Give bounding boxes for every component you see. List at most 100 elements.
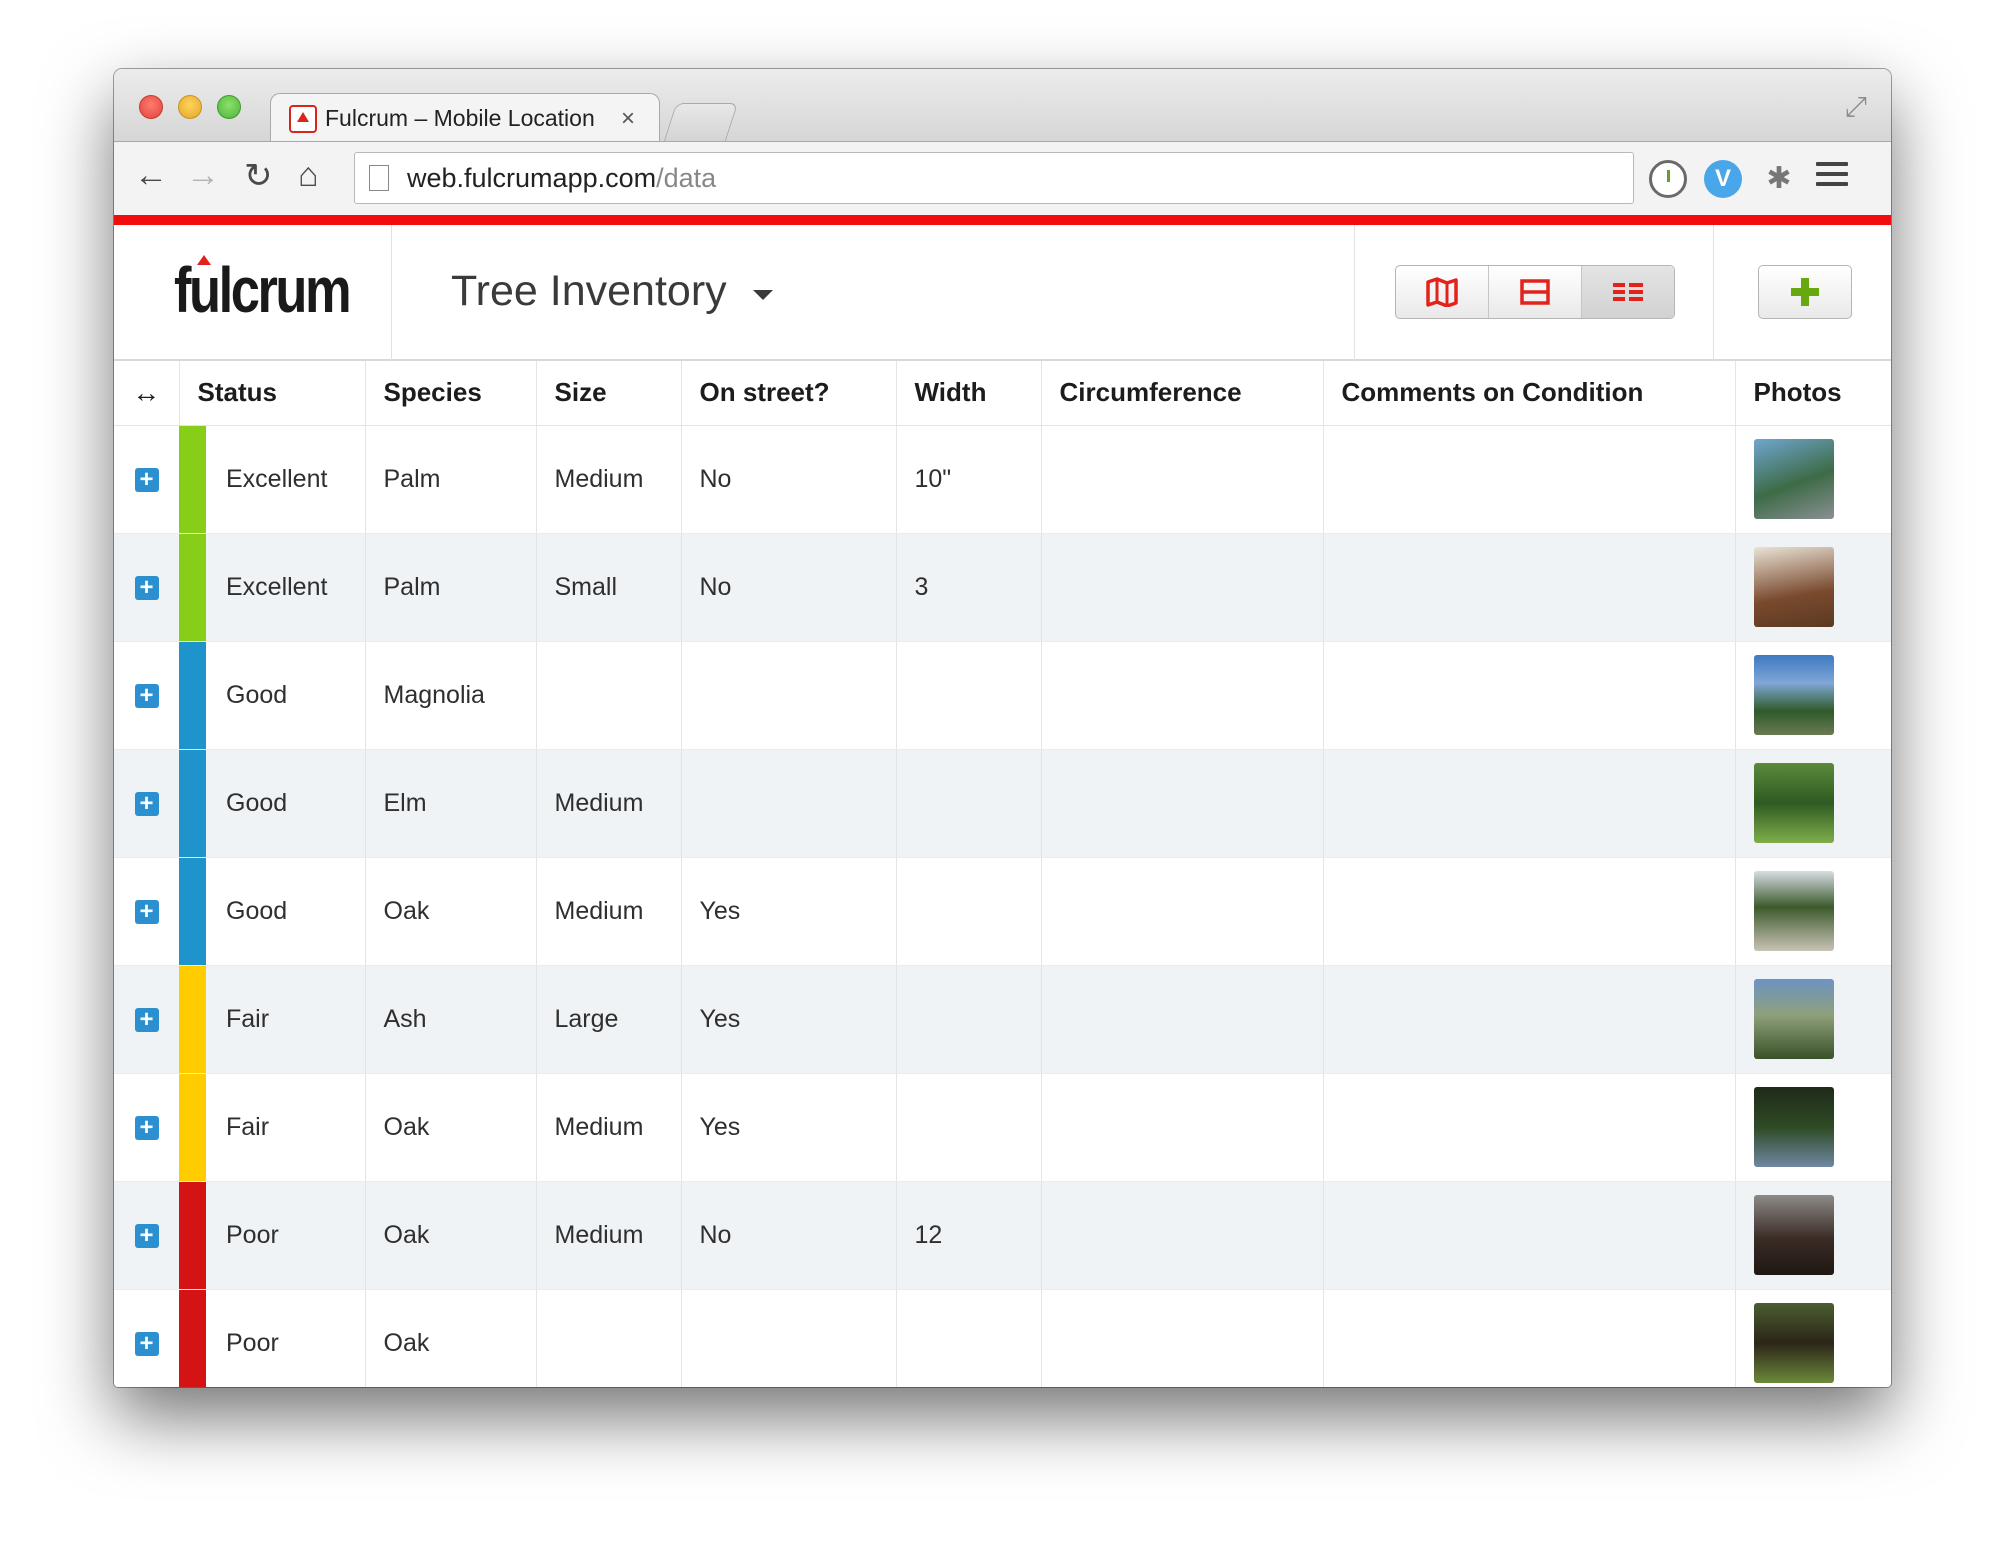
table-row[interactable]: + Poor Oak xyxy=(114,1289,1891,1387)
expand-row-plus-icon[interactable]: + xyxy=(134,575,159,600)
comments-cell xyxy=(1323,533,1736,642)
accent-bar xyxy=(114,215,1891,225)
status-color-bar xyxy=(179,749,206,857)
column-header-size[interactable]: Size xyxy=(536,361,682,426)
add-record-button[interactable] xyxy=(1758,265,1852,319)
table-header-row: ↔ Status Species Size On street? Width C… xyxy=(114,361,1891,426)
zoom-window-button[interactable] xyxy=(217,95,241,119)
tree-photo-thumbnail[interactable] xyxy=(1753,655,1834,735)
logo-roof-icon xyxy=(197,255,211,265)
expand-all-icon[interactable]: ↔ xyxy=(114,361,180,426)
table-row[interactable]: + Excellent Palm Small No 3 xyxy=(114,533,1891,642)
column-header-comments[interactable]: Comments on Condition xyxy=(1323,361,1736,426)
tab-close-icon[interactable]: × xyxy=(621,105,635,133)
column-header-status[interactable]: Status xyxy=(179,361,366,426)
tree-photo-thumbnail[interactable] xyxy=(1753,439,1834,519)
size-cell: Medium xyxy=(536,1181,682,1290)
map-view-button[interactable] xyxy=(1396,266,1489,318)
column-header-width[interactable]: Width xyxy=(896,361,1042,426)
size-cell: Small xyxy=(536,533,682,642)
column-header-species[interactable]: Species xyxy=(365,361,537,426)
status-value: Poor xyxy=(226,1220,279,1249)
circumference-cell xyxy=(1041,1073,1324,1182)
circumference-cell xyxy=(1041,533,1324,642)
circumference-cell xyxy=(1041,641,1324,750)
clock-extension-icon[interactable] xyxy=(1649,160,1687,198)
forward-arrow-icon[interactable]: → xyxy=(186,156,220,195)
table-view-button[interactable] xyxy=(1582,266,1674,318)
width-cell: 12 xyxy=(896,1181,1042,1290)
table-row[interactable]: + Excellent Palm Medium No 10" xyxy=(114,425,1891,534)
expand-row-plus-icon[interactable]: + xyxy=(134,683,159,708)
expand-row-cell: + xyxy=(114,1289,179,1387)
column-header-on-street[interactable]: On street? xyxy=(681,361,897,426)
tree-photo-thumbnail[interactable] xyxy=(1753,763,1834,843)
address-bar[interactable]: web.fulcrumapp.com/data xyxy=(354,152,1634,204)
expand-row-cell: + xyxy=(114,965,179,1074)
table-row[interactable]: + Fair Oak Medium Yes xyxy=(114,1073,1891,1182)
project-title: Tree Inventory xyxy=(451,267,727,315)
species-cell: Palm xyxy=(365,533,537,642)
on-street-cell: No xyxy=(681,1181,897,1290)
browser-window: Fulcrum – Mobile Location × ⤢ ← → ↻ ⌂ we… xyxy=(114,69,1891,1387)
expand-row-plus-icon[interactable]: + xyxy=(134,467,159,492)
home-icon[interactable]: ⌂ xyxy=(298,156,319,195)
status-color-bar xyxy=(179,857,206,965)
expand-row-plus-icon[interactable]: + xyxy=(134,791,159,816)
records-table-container[interactable]: ↔ Status Species Size On street? Width C… xyxy=(114,361,1891,1387)
tree-photo-thumbnail[interactable] xyxy=(1753,1303,1834,1383)
width-cell xyxy=(896,1073,1042,1182)
circumference-cell xyxy=(1041,425,1324,534)
title-bar: Fulcrum – Mobile Location × ⤢ xyxy=(114,69,1891,143)
split-view-icon xyxy=(1520,279,1550,305)
on-street-cell xyxy=(681,1289,897,1387)
tree-photo-thumbnail[interactable] xyxy=(1753,547,1834,627)
project-selector[interactable]: Tree Inventory xyxy=(451,267,773,316)
expand-row-cell: + xyxy=(114,533,179,642)
tree-photo-thumbnail[interactable] xyxy=(1753,1087,1834,1167)
species-cell: Magnolia xyxy=(365,641,537,750)
tree-photo-thumbnail[interactable] xyxy=(1753,979,1834,1059)
comments-cell xyxy=(1323,425,1736,534)
column-header-circumference[interactable]: Circumference xyxy=(1041,361,1324,426)
expand-row-plus-icon[interactable]: + xyxy=(134,1331,159,1356)
table-row[interactable]: + Poor Oak Medium No 12 xyxy=(114,1181,1891,1290)
tree-photo-thumbnail[interactable] xyxy=(1753,871,1834,951)
fullscreen-icon[interactable]: ⤢ xyxy=(1845,91,1867,124)
table-row[interactable]: + Good Oak Medium Yes xyxy=(114,857,1891,966)
status-color-bar xyxy=(179,1073,206,1181)
table-row[interactable]: + Good Magnolia xyxy=(114,641,1891,750)
url-path: /data xyxy=(656,162,717,193)
width-cell: 10" xyxy=(896,425,1042,534)
status-value: Excellent xyxy=(226,572,328,601)
column-header-photos[interactable]: Photos xyxy=(1735,361,1891,426)
expand-row-plus-icon[interactable]: + xyxy=(134,1007,159,1032)
view-switcher xyxy=(1395,265,1675,319)
browser-tab[interactable]: Fulcrum – Mobile Location × xyxy=(270,93,660,143)
split-view-button[interactable] xyxy=(1489,266,1582,318)
expand-row-plus-icon[interactable]: + xyxy=(134,1223,159,1248)
browser-menu-icon[interactable] xyxy=(1816,162,1848,192)
new-tab-button[interactable] xyxy=(663,103,739,141)
species-cell: Oak xyxy=(365,1181,537,1290)
minimize-window-button[interactable] xyxy=(178,95,202,119)
photos-cell xyxy=(1735,857,1891,966)
url-domain: web.fulcrumapp.com xyxy=(407,162,657,193)
fulcrum-favicon-icon xyxy=(289,104,317,133)
expand-row-cell: + xyxy=(114,749,179,858)
reload-icon[interactable]: ↻ xyxy=(244,156,273,196)
v-extension-icon[interactable]: V xyxy=(1704,160,1742,198)
back-arrow-icon[interactable]: ← xyxy=(134,156,168,195)
expand-row-plus-icon[interactable]: + xyxy=(134,899,159,924)
close-window-button[interactable] xyxy=(139,95,163,119)
on-street-cell xyxy=(681,749,897,858)
expand-row-plus-icon[interactable]: + xyxy=(134,1115,159,1140)
status-cell: Good xyxy=(179,857,366,966)
logo-cell: fulcrum xyxy=(114,225,392,361)
circumference-cell xyxy=(1041,965,1324,1074)
table-row[interactable]: + Fair Ash Large Yes xyxy=(114,965,1891,1074)
table-row[interactable]: + Good Elm Medium xyxy=(114,749,1891,858)
tree-photo-thumbnail[interactable] xyxy=(1753,1195,1834,1275)
status-value: Excellent xyxy=(226,464,328,493)
bug-extension-icon[interactable]: ✱ xyxy=(1760,160,1798,198)
